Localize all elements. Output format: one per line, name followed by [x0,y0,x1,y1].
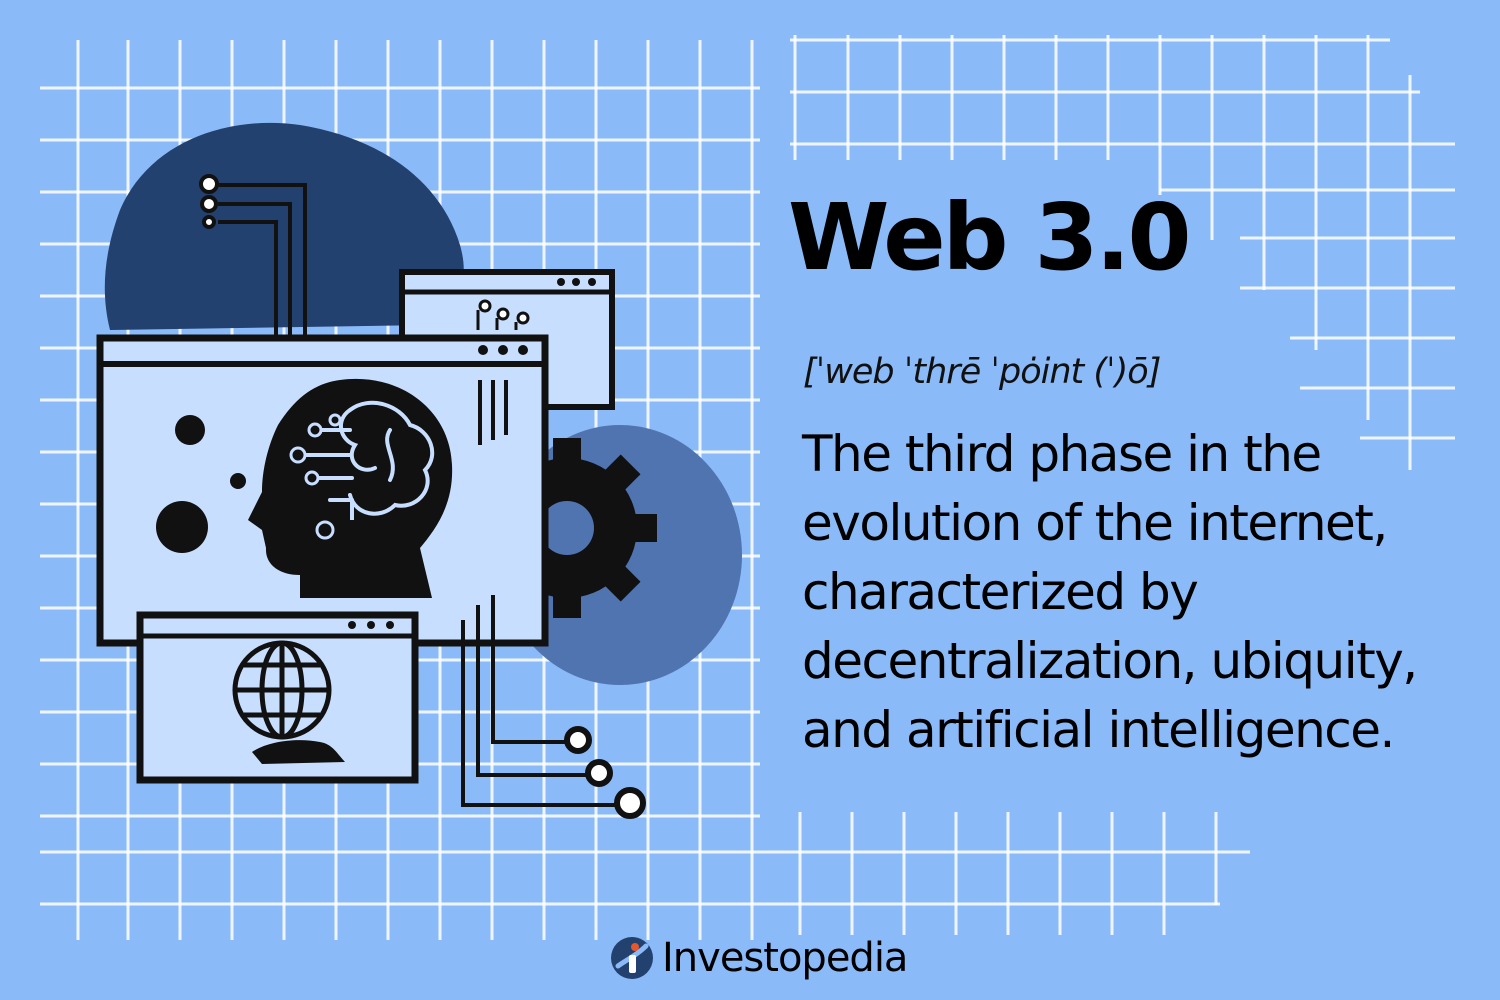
definition-text: The third phase in the evolution of the … [802,425,1418,759]
window-globe [136,611,419,784]
illustration [96,122,742,819]
window-dots-icon [478,345,528,355]
window-main [96,334,549,647]
brand-logo: Investopedia [610,932,908,984]
window-dots-icon [557,278,596,286]
pronunciation: [ˈweb ˈthrē ˈpȯint (ˈ)ō] [803,352,1161,392]
page-title: Web 3.0 [788,184,1191,291]
brand-name: Investopedia [662,935,908,981]
web3-infographic: Web 3.0 [ˈweb ˈthrē ˈpȯint (ˈ)ō] The thi… [0,0,1500,1000]
investopedia-logo-icon [611,937,653,979]
